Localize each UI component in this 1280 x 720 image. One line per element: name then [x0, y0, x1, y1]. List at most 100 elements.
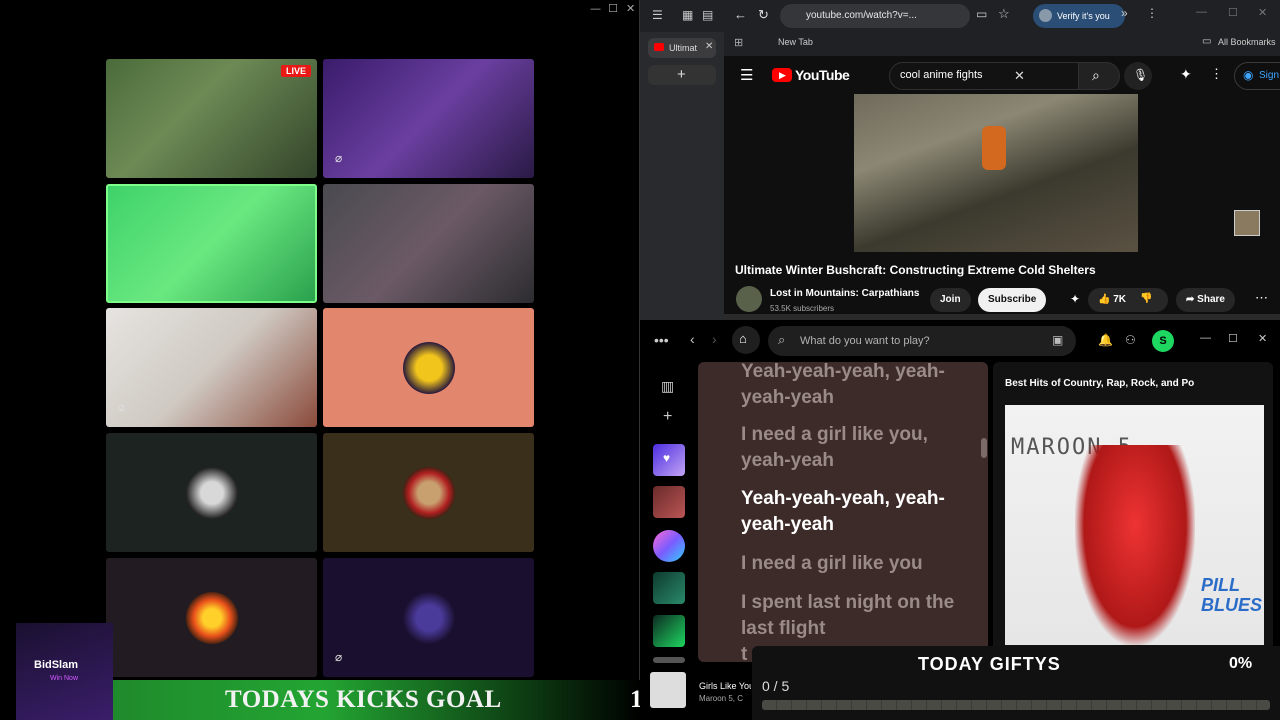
lyric-line[interactable]: I spent last night on the last flight: [741, 590, 981, 642]
browse-icon[interactable]: ▣: [1052, 333, 1063, 347]
participant-tile-white-cap[interactable]: [323, 184, 534, 303]
youtube-logo-icon[interactable]: ▶: [772, 68, 792, 82]
friend-activity-icon[interactable]: ⚇: [1125, 333, 1136, 347]
more-actions-icon[interactable]: ⋯: [1255, 290, 1268, 306]
like-button[interactable]: 👍 7K 👎: [1088, 288, 1168, 312]
lyric-line[interactable]: I need a girl like you, yeah-yeah: [741, 422, 981, 474]
now-playing-cover[interactable]: [650, 672, 686, 708]
liked-songs-item[interactable]: ♥: [653, 444, 685, 476]
lyrics-panel: Yeah-yeah-yeah, yeah-yeah-yeah I need a …: [698, 362, 988, 662]
bidslam-overlay: BidSlam Win Now: [16, 623, 113, 720]
back-icon[interactable]: ←: [734, 7, 747, 22]
tab-youtube[interactable]: Ultimat ✕: [648, 38, 716, 58]
maximize-button[interactable]: ☐: [1228, 332, 1238, 345]
lyric-line-active[interactable]: Yeah-yeah-yeah, yeah-yeah-yeah: [741, 486, 981, 538]
live-badge: LIVE: [280, 65, 311, 77]
video-call-window: — ☐ ✕ LIVE ⌀ ⌀ ⌀: [0, 0, 640, 720]
more-menu-icon[interactable]: •••: [654, 332, 669, 348]
tab-title: Ultimat: [669, 43, 698, 53]
close-button[interactable]: ✕: [1258, 6, 1267, 19]
album-art[interactable]: MAROON 5 PILL BLUES: [1005, 405, 1264, 645]
skull-avatar: [185, 466, 238, 519]
all-bookmarks[interactable]: All Bookmarks: [1218, 37, 1276, 47]
user-avatar[interactable]: S: [1152, 330, 1174, 352]
close-button[interactable]: ✕: [626, 2, 635, 15]
bookmark-star-icon[interactable]: ☆: [998, 6, 1010, 22]
library-item-1[interactable]: [653, 486, 685, 518]
lyric-line[interactable]: I need a girl like you: [741, 551, 981, 577]
library-item-5[interactable]: [653, 657, 685, 663]
mic-muted-icon: ⌀: [335, 151, 343, 165]
participant-tile-skull-avatar[interactable]: [106, 433, 317, 552]
participant-tile-gnome-avatar[interactable]: [323, 433, 534, 552]
bookmark-new-tab[interactable]: New Tab: [778, 37, 813, 47]
participant-tile-bearded-man[interactable]: ⌀: [323, 59, 534, 178]
address-bar[interactable]: youtube.com/watch?v=...: [780, 4, 970, 28]
cast-icon[interactable]: ▭: [976, 7, 987, 21]
vertical-tabs-icon[interactable]: ▤: [702, 8, 713, 22]
lyric-line[interactable]: Yeah-yeah-yeah, yeah-yeah-yeah: [741, 362, 981, 411]
like-count: 7K: [1113, 294, 1127, 305]
gnome-avatar: [402, 466, 455, 519]
new-tab-button[interactable]: +: [648, 65, 716, 85]
url-text: youtube.com/watch?v=...: [806, 10, 917, 21]
horizontal-scrollbar[interactable]: [724, 314, 1280, 320]
search-button[interactable]: ⌕: [1078, 62, 1120, 90]
tab-grid-icon[interactable]: ▦: [682, 8, 693, 22]
create-playlist-icon[interactable]: +: [663, 408, 672, 426]
bidslam-logo: BidSlam: [34, 659, 79, 671]
youtube-search-input[interactable]: cool anime fights ✕: [889, 62, 1079, 90]
participant-tile-purple-avatar[interactable]: ⌀: [323, 558, 534, 677]
giftys-progress-bar: [762, 700, 1270, 710]
maximize-button[interactable]: ☐: [1228, 6, 1238, 19]
playlist-title[interactable]: Best Hits of Country, Rap, Rock, and Po: [1005, 378, 1265, 389]
library-item-4[interactable]: [653, 615, 685, 647]
minimize-button[interactable]: —: [590, 2, 601, 15]
voice-search-button[interactable]: 🎙: [1124, 62, 1152, 90]
reload-icon[interactable]: ↻: [758, 7, 769, 23]
tab-actions-icon[interactable]: ☰: [652, 8, 663, 22]
subscribe-button[interactable]: Subscribe: [978, 288, 1047, 312]
participant-tile-game-stream[interactable]: LIVE: [106, 59, 317, 178]
video-player[interactable]: [854, 94, 1138, 252]
participant-tile-bee-avatar[interactable]: [323, 308, 534, 427]
bidslam-tagline: Win Now: [50, 675, 79, 682]
apps-icon[interactable]: ⊞: [734, 36, 743, 49]
participant-tile-empty-room[interactable]: ⌀: [106, 308, 317, 427]
sign-in-button[interactable]: ◉ Sign in: [1234, 62, 1280, 90]
participant-tile-green-room[interactable]: [106, 184, 317, 303]
channel-name[interactable]: Lost in Mountains: Carpathians: [770, 288, 919, 299]
minimize-button[interactable]: —: [1200, 332, 1211, 344]
hamburger-menu-icon[interactable]: ☰: [740, 66, 753, 84]
forward-arrow-icon[interactable]: ›: [712, 331, 717, 347]
settings-menu-icon[interactable]: ⋮: [1210, 66, 1223, 82]
share-button[interactable]: ➦ Share: [1176, 288, 1235, 312]
thumbs-down-icon[interactable]: 👎: [1140, 293, 1152, 304]
lyrics-scrollbar[interactable]: [981, 438, 987, 458]
channel-avatar[interactable]: [736, 286, 762, 312]
spotify-search-input[interactable]: ⌕ What do you want to play? ▣: [768, 326, 1076, 356]
tab-close-icon[interactable]: ✕: [705, 41, 713, 52]
participant-tile-fire-avatar[interactable]: [106, 558, 317, 677]
menu-icon[interactable]: ⋮: [1146, 6, 1158, 20]
back-arrow-icon[interactable]: ‹: [690, 331, 695, 347]
library-item-2[interactable]: [653, 530, 685, 562]
minimize-button[interactable]: —: [1196, 6, 1207, 18]
close-button[interactable]: ✕: [1258, 332, 1267, 345]
clear-search-icon[interactable]: ✕: [1014, 68, 1025, 84]
maximize-button[interactable]: ☐: [608, 2, 618, 15]
folder-icon: ▭: [1202, 36, 1212, 47]
now-playing-title[interactable]: Girls Like You: [699, 681, 751, 691]
home-button[interactable]: ⌂: [732, 326, 760, 354]
hype-icon[interactable]: ✦: [1070, 292, 1080, 306]
library-item-3[interactable]: [653, 572, 685, 604]
join-button[interactable]: Join: [930, 288, 971, 312]
notifications-icon[interactable]: 🔔: [1098, 333, 1113, 347]
youtube-logo-text: YouTube: [795, 67, 850, 83]
now-playing-artist[interactable]: Maroon 5, C: [699, 694, 751, 703]
channel-watermark-icon[interactable]: [1234, 210, 1260, 236]
library-icon[interactable]: ▥: [661, 378, 674, 395]
verify-button[interactable]: Verify it's you: [1033, 4, 1125, 28]
more-tools-icon[interactable]: »: [1121, 6, 1128, 20]
create-icon[interactable]: ✦: [1180, 66, 1192, 83]
